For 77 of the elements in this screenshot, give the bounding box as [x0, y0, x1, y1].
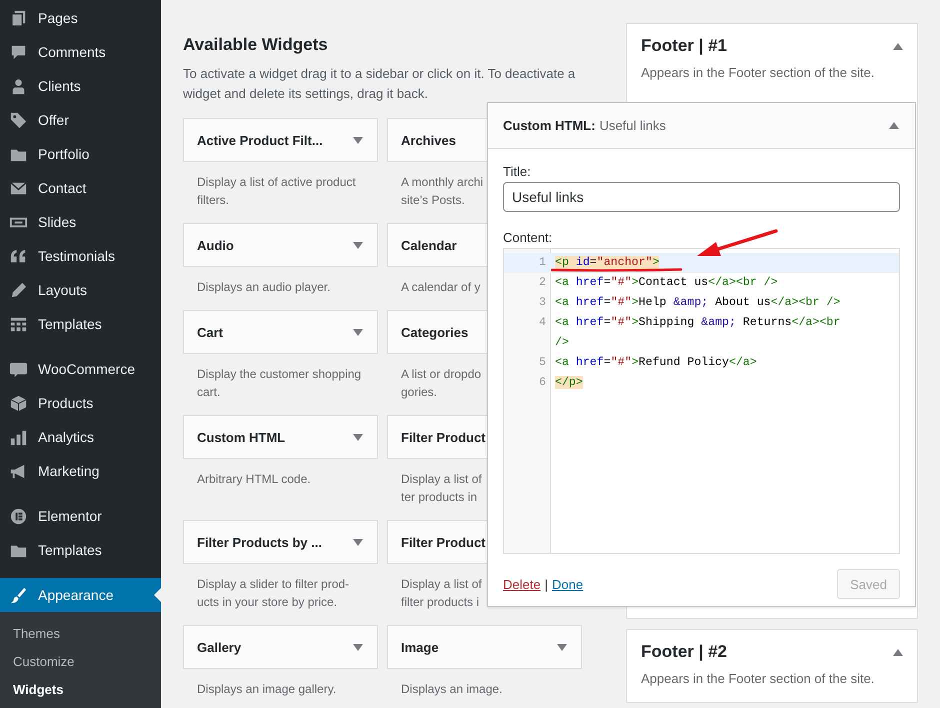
widget-card[interactable]: Custom HTML	[183, 415, 378, 459]
line-number: 4	[538, 315, 546, 331]
collapse-arrow-icon[interactable]	[893, 648, 903, 656]
box-icon	[9, 394, 28, 412]
widget-description: A calendar of y	[401, 279, 480, 296]
widget-description: Display a list of filter products i	[401, 576, 482, 611]
expand-arrow-icon[interactable]	[353, 644, 363, 650]
sidebar-area-description: Appears in the Footer section of the site.	[641, 671, 876, 686]
section-description: To activate a widget drag it to a sidebar or click on it. To deactivate a widget and delete its settings, drag it back.	[183, 65, 576, 103]
widget-card[interactable]: Audio	[183, 223, 378, 267]
expand-arrow-icon[interactable]	[353, 434, 363, 440]
menu-item[interactable]: Slides	[0, 205, 161, 239]
submenu-item[interactable]: Customize	[0, 647, 161, 675]
expand-arrow-icon[interactable]	[353, 538, 363, 546]
field-label: Content:	[503, 230, 552, 245]
sidebar-area-description: Appears in the Footer section of the site.	[641, 65, 876, 80]
submenu-item[interactable]: Themes	[0, 619, 161, 647]
menu-item[interactable]: Elementor	[0, 499, 161, 533]
field-label: Title:	[503, 164, 531, 179]
widget-description: Display a list of active product filters.	[197, 174, 356, 209]
sidebar-area-title: Footer | #2	[641, 642, 727, 662]
menu-item[interactable]: WooCommerce	[0, 352, 161, 386]
title-input[interactable]: Useful links	[503, 182, 900, 212]
code-editor[interactable]: 1 <p id="anchor"> 2 <a href="#">Contact us</a><br /> 3 <a href="#">Help &amp; About us</a><br /> 4 <a href="#">Shipping &amp; Returns</a><br /> 5 <a href="#">Refund Policy</a> 6 </p>	[503, 248, 900, 554]
widget-card[interactable]: Active Product Filt...	[183, 118, 378, 162]
line-number: 2	[538, 275, 546, 291]
link-separator: |	[544, 576, 548, 592]
menu-item[interactable]: Offer	[0, 103, 161, 137]
menu-item[interactable]: Layouts	[0, 273, 161, 307]
delete-link[interactable]: Delete	[503, 576, 541, 592]
brush-icon	[9, 586, 28, 604]
line-number: 3	[538, 295, 546, 311]
menu-item[interactable]: Templates	[0, 307, 161, 341]
widget-card[interactable]: Filter Products by ...	[183, 520, 378, 564]
collapse-arrow-icon[interactable]	[893, 42, 903, 50]
done-link[interactable]: Done	[552, 576, 584, 592]
code-line: <a href="#">Contact us</a><br />	[555, 275, 778, 291]
widget-description: Arbitrary HTML code.	[197, 471, 311, 488]
widget-description: Displays an image gallery.	[197, 681, 336, 698]
menu-item[interactable]: Contact	[0, 171, 161, 205]
widget-description: A list or dropdo gories.	[401, 366, 482, 401]
menu-item[interactable]: Analytics	[0, 420, 161, 454]
code-line: <a href="#">Refund Policy</a>	[555, 355, 757, 371]
widget-description: Displays an image.	[401, 681, 502, 698]
submenu-item[interactable]: Widgets	[0, 675, 161, 703]
menu-item[interactable]: Templates	[0, 533, 161, 567]
menu-item[interactable]: Portfolio	[0, 137, 161, 171]
widget-card[interactable]: Cart	[183, 310, 378, 354]
menu-item[interactable]: Products	[0, 386, 161, 420]
sidebar-area-title: Footer | #1	[641, 36, 727, 56]
expand-arrow-icon[interactable]	[353, 242, 363, 248]
menu-item[interactable]: Appearance	[0, 578, 161, 612]
current-pointer-icon	[154, 588, 161, 602]
code-line: <a href="#">Help &amp; About us</a><br />	[555, 295, 840, 311]
menu-item[interactable]: Clients	[0, 69, 161, 103]
menu-item[interactable]: Testimonials	[0, 239, 161, 273]
widget-title: Useful links	[599, 118, 666, 132]
widget-description: Display a slider to filter prod- ucts in your store by price.	[197, 576, 350, 611]
widget-card[interactable]: Image	[387, 625, 582, 669]
menu-item[interactable]: Pages	[0, 1, 161, 35]
widget-description: Display a list of ter products in	[401, 471, 482, 506]
widget-description: Display the customer shopping cart.	[197, 366, 362, 401]
pencil-icon	[9, 280, 28, 300]
menu-item[interactable]: Marketing	[0, 454, 161, 488]
line-number: 6	[538, 375, 546, 391]
expand-arrow-icon[interactable]	[353, 136, 363, 144]
menu-item[interactable]: Comments	[0, 35, 161, 69]
expand-arrow-icon[interactable]	[353, 328, 363, 336]
section-title: Available Widgets	[183, 35, 329, 55]
widget-description: A monthly archi site’s Posts.	[401, 174, 484, 209]
line-number: 5	[538, 355, 546, 371]
widget-description: Displays an audio player.	[197, 279, 330, 296]
collapse-arrow-icon[interactable]	[889, 122, 899, 129]
widget-card[interactable]: Gallery	[183, 625, 378, 669]
expand-arrow-icon[interactable]	[557, 644, 567, 650]
elementor-icon	[9, 506, 28, 526]
tag-icon	[9, 110, 28, 130]
